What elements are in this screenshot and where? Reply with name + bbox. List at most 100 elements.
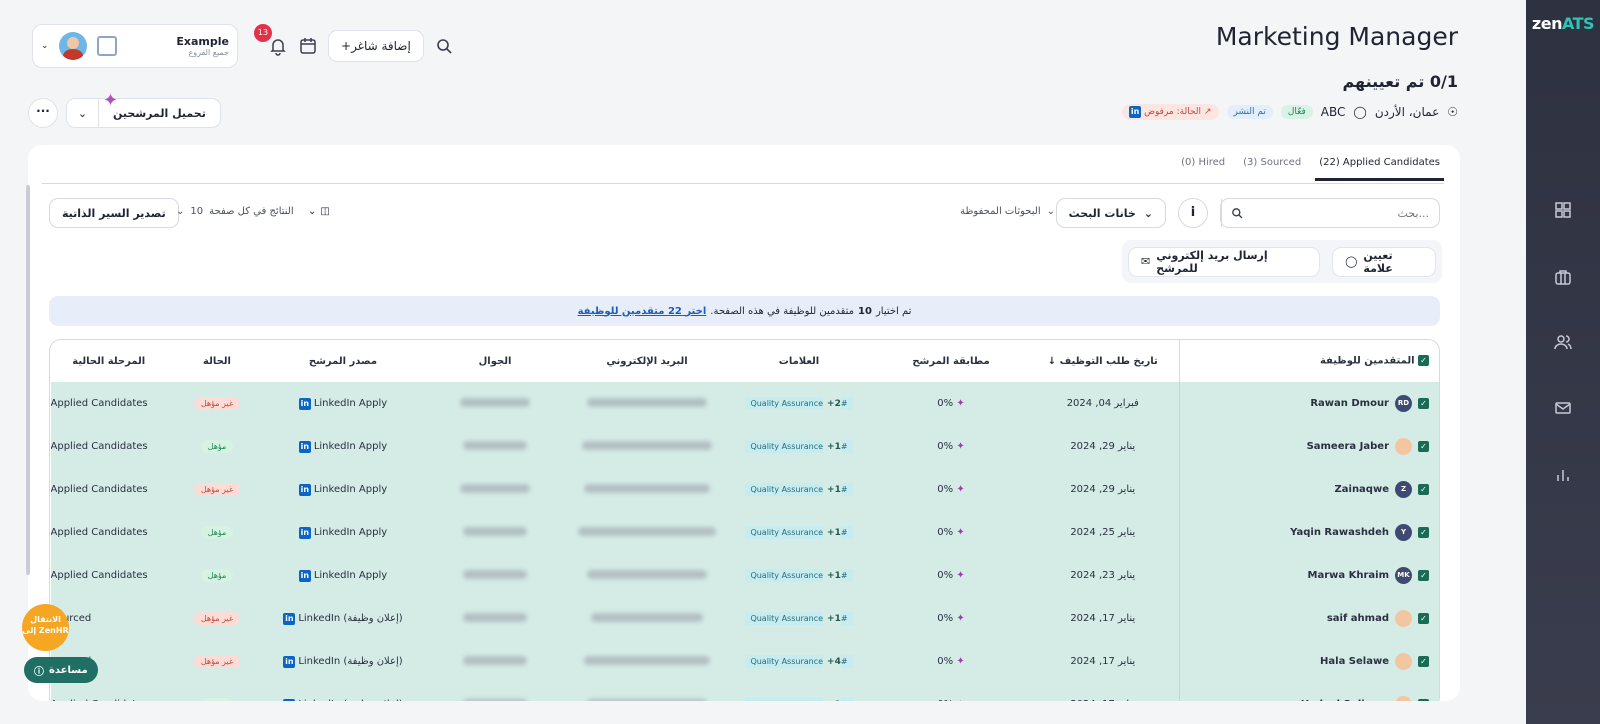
search-input[interactable] [1251, 206, 1439, 220]
row-checkbox[interactable]: ✓ [1418, 613, 1429, 624]
export-cv-button[interactable]: تصدير السير الذاتية [49, 198, 179, 228]
send-email-button[interactable]: ✉ إرسال بريد إلكتروني للمرشح [1128, 246, 1321, 277]
tags-cell[interactable]: #Quality Assurance+1 [723, 554, 875, 597]
applicant-cell[interactable]: ✓ Z Zainaqwe [1178, 468, 1439, 511]
applicant-cell[interactable]: ✓ RD Rawan Dmour [1178, 382, 1439, 425]
rejected-status-label: الحالة: مرفوض [1144, 107, 1201, 117]
applicant-cell[interactable]: ✓ Hala Selawe [1178, 640, 1439, 683]
briefcase-icon[interactable] [1553, 267, 1573, 287]
search-icon[interactable] [1221, 199, 1251, 227]
email-cell [571, 640, 723, 683]
linkedin-icon: in [283, 612, 296, 625]
notification-badge: 13 [254, 24, 272, 42]
applicant-name[interactable]: Hadeel Suliman [1301, 699, 1389, 701]
stage-cell: Applied Candidates [50, 468, 167, 511]
applicant-cell[interactable]: ✓ Sameera Jaber [1178, 425, 1439, 468]
reports-icon[interactable] [1553, 465, 1573, 485]
more-tags-count[interactable]: +4 [827, 657, 841, 667]
applicant-name[interactable]: saif ahmad [1327, 613, 1389, 624]
saved-searches-dropdown[interactable]: البحوثات المحفوظة ⌄ [960, 206, 1055, 217]
avatar: Y [1395, 524, 1412, 541]
row-checkbox[interactable]: ✓ [1418, 656, 1429, 667]
linkedin-icon: in [298, 483, 311, 496]
search-fields-button[interactable]: خانات البحث ⌄ [1055, 198, 1166, 228]
row-checkbox[interactable]: ✓ [1418, 398, 1429, 409]
row-checkbox[interactable]: ✓ [1418, 570, 1429, 581]
applicant-name[interactable]: Sameera Jaber [1307, 441, 1389, 452]
mobile-cell [419, 425, 571, 468]
table-header-row: ✓ المتقدمين للوظيفة تاريخ طلب التوظيف ↓ … [50, 340, 1439, 382]
more-options-button[interactable]: ··· [28, 98, 58, 128]
applicant-name[interactable]: Marwa Khraim [1308, 570, 1390, 581]
org-switcher[interactable]: ⌄ Example جميع الفروع [32, 24, 238, 68]
calendar-icon[interactable] [298, 36, 318, 56]
table-row[interactable]: ✓ MK Marwa Khraim يناير 23, 2024 ✦ 0% #Qualit… [50, 554, 1439, 597]
search-icon[interactable] [434, 36, 454, 56]
applied-date: يناير 25, 2024 [1027, 511, 1179, 554]
applicant-cell[interactable]: ✓ Hadeel Suliman [1178, 683, 1439, 701]
source-label: LinkedIn Apply [313, 570, 388, 581]
table-row[interactable]: ✓Hadeel Sulimanيناير 17, 2024✦ 0%#Qualit… [50, 683, 1439, 701]
col-applicants[interactable]: ✓ المتقدمين للوظيفة [1178, 340, 1439, 382]
dashboard-icon[interactable] [1553, 200, 1573, 220]
row-checkbox[interactable]: ✓ [1418, 484, 1429, 495]
applicant-name[interactable]: Zainaqwe [1335, 484, 1389, 495]
select-all-link[interactable]: اختر 22 متقدمين للوظيفة [578, 306, 707, 317]
help-button[interactable]: ⓘ مساعدة [24, 657, 98, 683]
more-tags-count[interactable]: +1 [827, 614, 841, 624]
rejected-status-badge[interactable]: in الحالة: مرفوض ↗ [1122, 104, 1219, 120]
more-tags-count[interactable]: +1 [827, 571, 841, 581]
more-tags-count[interactable]: +1 [827, 485, 841, 495]
users-icon[interactable] [1553, 332, 1573, 352]
table-row[interactable]: ✓ Hala Selawe يناير 17, 2024 ✦ 0% #Quality A… [50, 640, 1439, 683]
more-tags-count[interactable]: +1 [827, 700, 841, 701]
tab-hired[interactable]: (0) Hired [1177, 155, 1229, 181]
bell-icon[interactable]: 13 [254, 24, 288, 56]
assign-tag-button[interactable]: ◯ تعيين علامة [1332, 246, 1436, 277]
mail-icon[interactable] [1553, 398, 1573, 418]
status-cell: مؤهل [167, 554, 267, 597]
switch-zenhr-button[interactable]: الانتقال إلى ZenHR [22, 604, 69, 651]
row-checkbox[interactable]: ✓ [1418, 699, 1429, 701]
tags-cell[interactable]: #Quality Assurance+2 [723, 382, 875, 425]
row-checkbox[interactable]: ✓ [1418, 527, 1429, 538]
tags-cell[interactable]: #Quality Assurance+1 [723, 511, 875, 554]
applicant-name[interactable]: Rawan Dmour [1310, 398, 1389, 409]
column-selector[interactable]: ⌄ ◫ [308, 206, 330, 217]
load-group: ··· ✦ ⌄ تحميل المرشحين [28, 90, 221, 128]
table-row[interactable]: ✓ Z Zainaqwe يناير 29, 2024 ✦ 0% #Quality Ass… [50, 468, 1439, 511]
info-icon[interactable]: i [1178, 198, 1208, 228]
tags-cell[interactable]: #Quality Assurance+4 [723, 640, 875, 683]
col-match[interactable]: مطابقة المرشح [875, 340, 1027, 382]
select-all-checkbox[interactable]: ✓ [1418, 355, 1429, 367]
match-cell: ✦ 0% [875, 554, 1027, 597]
applicant-cell[interactable]: ✓ saif ahmad [1178, 597, 1439, 640]
scrollbar[interactable] [26, 185, 30, 575]
applicant-cell[interactable]: ✓ MK Marwa Khraim [1178, 554, 1439, 597]
chevron-down-icon[interactable]: ⌄ [67, 99, 99, 127]
more-tags-count[interactable]: +1 [827, 442, 841, 452]
tags-cell[interactable]: #Quality Assurance+1 [723, 597, 875, 640]
load-candidates-button[interactable]: ⌄ تحميل المرشحين [66, 98, 221, 128]
table-row[interactable]: ✓ RD Rawan Dmour فبراير 04, 2024 ✦ 0% #Qualit… [50, 382, 1439, 425]
tags-cell[interactable]: #Quality Assurance+1 [723, 425, 875, 468]
tab-sourced[interactable]: (3) Sourced [1239, 155, 1305, 181]
row-checkbox[interactable]: ✓ [1418, 441, 1429, 452]
table-row[interactable]: ✓ Sameera Jaber يناير 29, 2024 ✦ 0% #Quality… [50, 425, 1439, 468]
table-row[interactable]: ✓ saif ahmad يناير 17, 2024 ✦ 0% #Quality As… [50, 597, 1439, 640]
zenats-logo[interactable]: zenATS [1526, 14, 1600, 33]
applicant-name[interactable]: Yaqin Rawashdeh [1290, 527, 1389, 538]
applied-date: يناير 17, 2024 [1027, 597, 1179, 640]
tags-cell[interactable]: #Quality Assurance+1 [723, 468, 875, 511]
per-page-select[interactable]: ⌄ 10 النتائج في كل صفحة [176, 206, 294, 217]
add-vacancy-button[interactable]: +إضافة شاغر [328, 30, 424, 62]
more-tags-count[interactable]: +1 [827, 528, 841, 538]
applicant-cell[interactable]: ✓ Y Yaqin Rawashdeh [1178, 511, 1439, 554]
applicant-name[interactable]: Hala Selawe [1320, 656, 1389, 667]
col-date[interactable]: تاريخ طلب التوظيف ↓ [1027, 340, 1179, 382]
question-icon: ⓘ [34, 666, 44, 678]
tags-cell[interactable]: #Quality Assurance+1 [723, 683, 875, 701]
tab-applied-candidates[interactable]: (22) Applied Candidates [1315, 155, 1444, 181]
more-tags-count[interactable]: +2 [827, 399, 841, 409]
table-row[interactable]: ✓ Y Yaqin Rawashdeh يناير 25, 2024 ✦ 0% #Qual… [50, 511, 1439, 554]
